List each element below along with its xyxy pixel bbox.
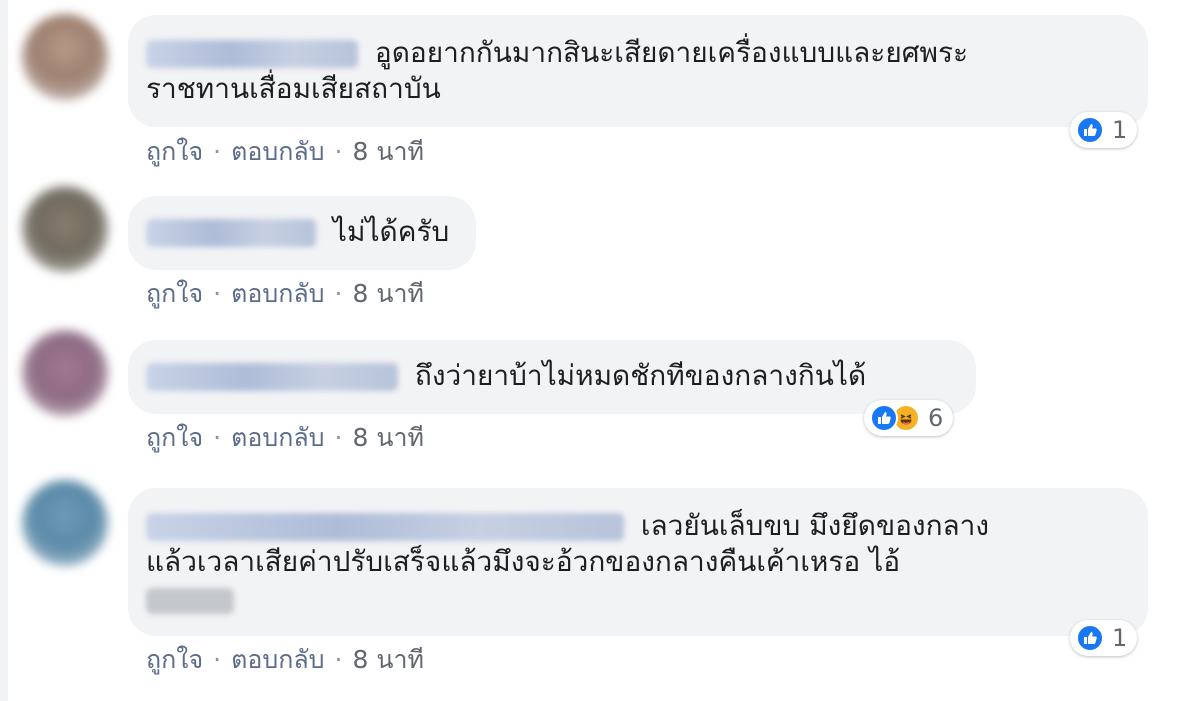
comment-actions: ถูกใจ · ตอบกลับ · 8 นาที xyxy=(146,274,424,314)
censored-word-blurred xyxy=(146,588,234,614)
separator: · xyxy=(334,137,343,166)
avatar[interactable] xyxy=(22,14,108,100)
reaction-count: 1 xyxy=(1112,116,1128,144)
separator: · xyxy=(334,645,343,674)
reaction-count: 6 xyxy=(928,404,944,432)
reply-link[interactable]: ตอบกลับ xyxy=(231,137,324,166)
avatar[interactable] xyxy=(22,186,108,272)
comment-bubble: อูดอยากกันมากสินะเสียดายเครื่องแบบและยศพ… xyxy=(128,15,1148,127)
comment-actions: ถูกใจ · ตอบกลับ · 8 นาที xyxy=(146,132,424,172)
timestamp[interactable]: 8 นาที xyxy=(353,423,424,452)
avatar[interactable] xyxy=(22,330,108,416)
timestamp[interactable]: 8 นาที xyxy=(353,279,424,308)
like-link[interactable]: ถูกใจ xyxy=(146,279,203,308)
author-name-blurred[interactable] xyxy=(146,219,316,247)
comment-text: อูดอยากกันมากสินะเสียดายเครื่องแบบและยศพ… xyxy=(374,36,969,69)
reply-link[interactable]: ตอบกลับ xyxy=(231,279,324,308)
reaction-summary[interactable]: 1 xyxy=(1070,112,1138,148)
left-rail xyxy=(0,0,8,701)
author-name-blurred[interactable] xyxy=(146,363,398,391)
separator: · xyxy=(213,279,222,308)
author-name-blurred[interactable] xyxy=(146,513,624,541)
reaction-count: 1 xyxy=(1112,624,1128,652)
comment-bubble: เลวยันเล็บขบ มึงยึดของกลาง แล้วเวลาเสียค… xyxy=(128,488,1148,636)
separator: · xyxy=(213,137,222,166)
avatar[interactable] xyxy=(22,480,108,566)
separator: · xyxy=(213,645,222,674)
timestamp[interactable]: 8 นาที xyxy=(353,645,424,674)
author-name-blurred[interactable] xyxy=(146,40,358,68)
like-icon xyxy=(870,404,898,432)
like-icon xyxy=(1076,624,1104,652)
reply-link[interactable]: ตอบกลับ xyxy=(231,423,324,452)
separator: · xyxy=(213,423,222,452)
comment-text: ไม่ได้ครับ xyxy=(332,215,450,248)
comment-text: แล้วเวลาเสียค่าปรับเสร็จแล้วมึงจะอ้วกของ… xyxy=(146,545,901,578)
comment-text: เลวยันเล็บขบ มึงยึดของกลาง xyxy=(640,509,990,542)
comment-actions: ถูกใจ · ตอบกลับ · 8 นาที xyxy=(146,418,424,458)
like-icon xyxy=(1076,116,1104,144)
comment-actions: ถูกใจ · ตอบกลับ · 8 นาที xyxy=(146,640,424,680)
like-link[interactable]: ถูกใจ xyxy=(146,423,203,452)
reply-link[interactable]: ตอบกลับ xyxy=(231,645,324,674)
reaction-summary[interactable]: 6 xyxy=(864,400,954,436)
timestamp[interactable]: 8 นาที xyxy=(353,137,424,166)
comment-bubble: ไม่ได้ครับ xyxy=(128,196,476,270)
separator: · xyxy=(334,279,343,308)
like-link[interactable]: ถูกใจ xyxy=(146,137,203,166)
reaction-summary[interactable]: 1 xyxy=(1070,620,1138,656)
comment-bubble: ถึงว่ายาบ้าไม่หมดชักทีของกลางกินได้ xyxy=(128,340,976,414)
separator: · xyxy=(334,423,343,452)
like-link[interactable]: ถูกใจ xyxy=(146,645,203,674)
comment-text: ราชทานเสื่อมเสียสถาบัน xyxy=(146,72,441,105)
comment-text: ถึงว่ายาบ้าไม่หมดชักทีของกลางกินได้ xyxy=(414,359,867,392)
